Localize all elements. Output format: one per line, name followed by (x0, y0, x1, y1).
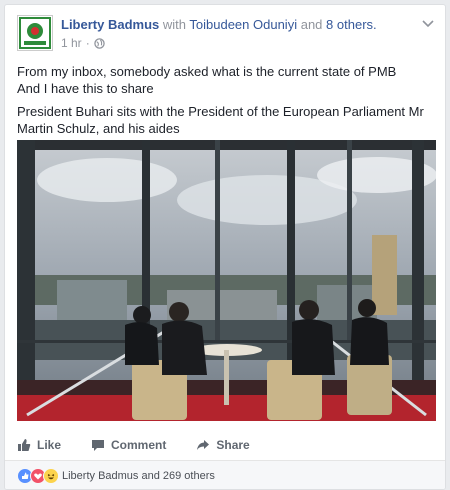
like-label: Like (37, 438, 62, 452)
post-message: From my inbox, somebody asked what is th… (17, 63, 433, 137)
post-photo[interactable] (17, 140, 436, 421)
share-arrow-icon (197, 440, 210, 450)
haha-icon (43, 468, 59, 484)
like-button[interactable]: Like (17, 438, 61, 452)
audience-globe-icon[interactable] (93, 37, 105, 49)
author-name-link[interactable]: Liberty Badmus (61, 17, 159, 32)
reactions-summary-bar: Liberty Badmus and 269 others (5, 461, 445, 489)
party-logo-icon (18, 16, 52, 50)
thumbs-up-icon (18, 439, 31, 451)
post-line-1: From my inbox, somebody asked what is th… (17, 64, 397, 79)
share-button[interactable]: Share (196, 438, 250, 452)
author-avatar[interactable] (17, 15, 53, 51)
post-line-3: President Buhari sits with the President… (17, 104, 424, 136)
with-text: with (162, 17, 186, 32)
post-options-chevron-icon[interactable] (421, 17, 435, 31)
share-label: Share (216, 438, 250, 452)
comment-label: Comment (111, 438, 167, 452)
post-line-2: And I have this to share (17, 81, 154, 96)
tagged-others-link[interactable]: 8 others. (326, 17, 377, 32)
meta-separator: · (85, 36, 90, 50)
comment-bubble-icon (92, 440, 105, 451)
feed-post: Liberty Badmus with Toibudeen Oduniyi an… (4, 4, 446, 490)
tagged-user-link[interactable]: Toibudeen Oduniyi (189, 17, 297, 32)
post-meta: 1 hr · (61, 36, 105, 50)
post-timestamp[interactable]: 1 hr (61, 36, 82, 50)
reactions-summary-text[interactable]: Liberty Badmus and 269 others (62, 470, 215, 482)
post-byline: Liberty Badmus with Toibudeen Oduniyi an… (61, 17, 377, 32)
reaction-icons[interactable] (17, 468, 59, 484)
post-actions-bar: Like Comment Share (17, 435, 433, 455)
meeting-room-photo (17, 140, 436, 421)
post-header: Liberty Badmus with Toibudeen Oduniyi an… (17, 15, 435, 55)
comment-button[interactable]: Comment (91, 438, 166, 452)
and-text: and (300, 17, 323, 32)
